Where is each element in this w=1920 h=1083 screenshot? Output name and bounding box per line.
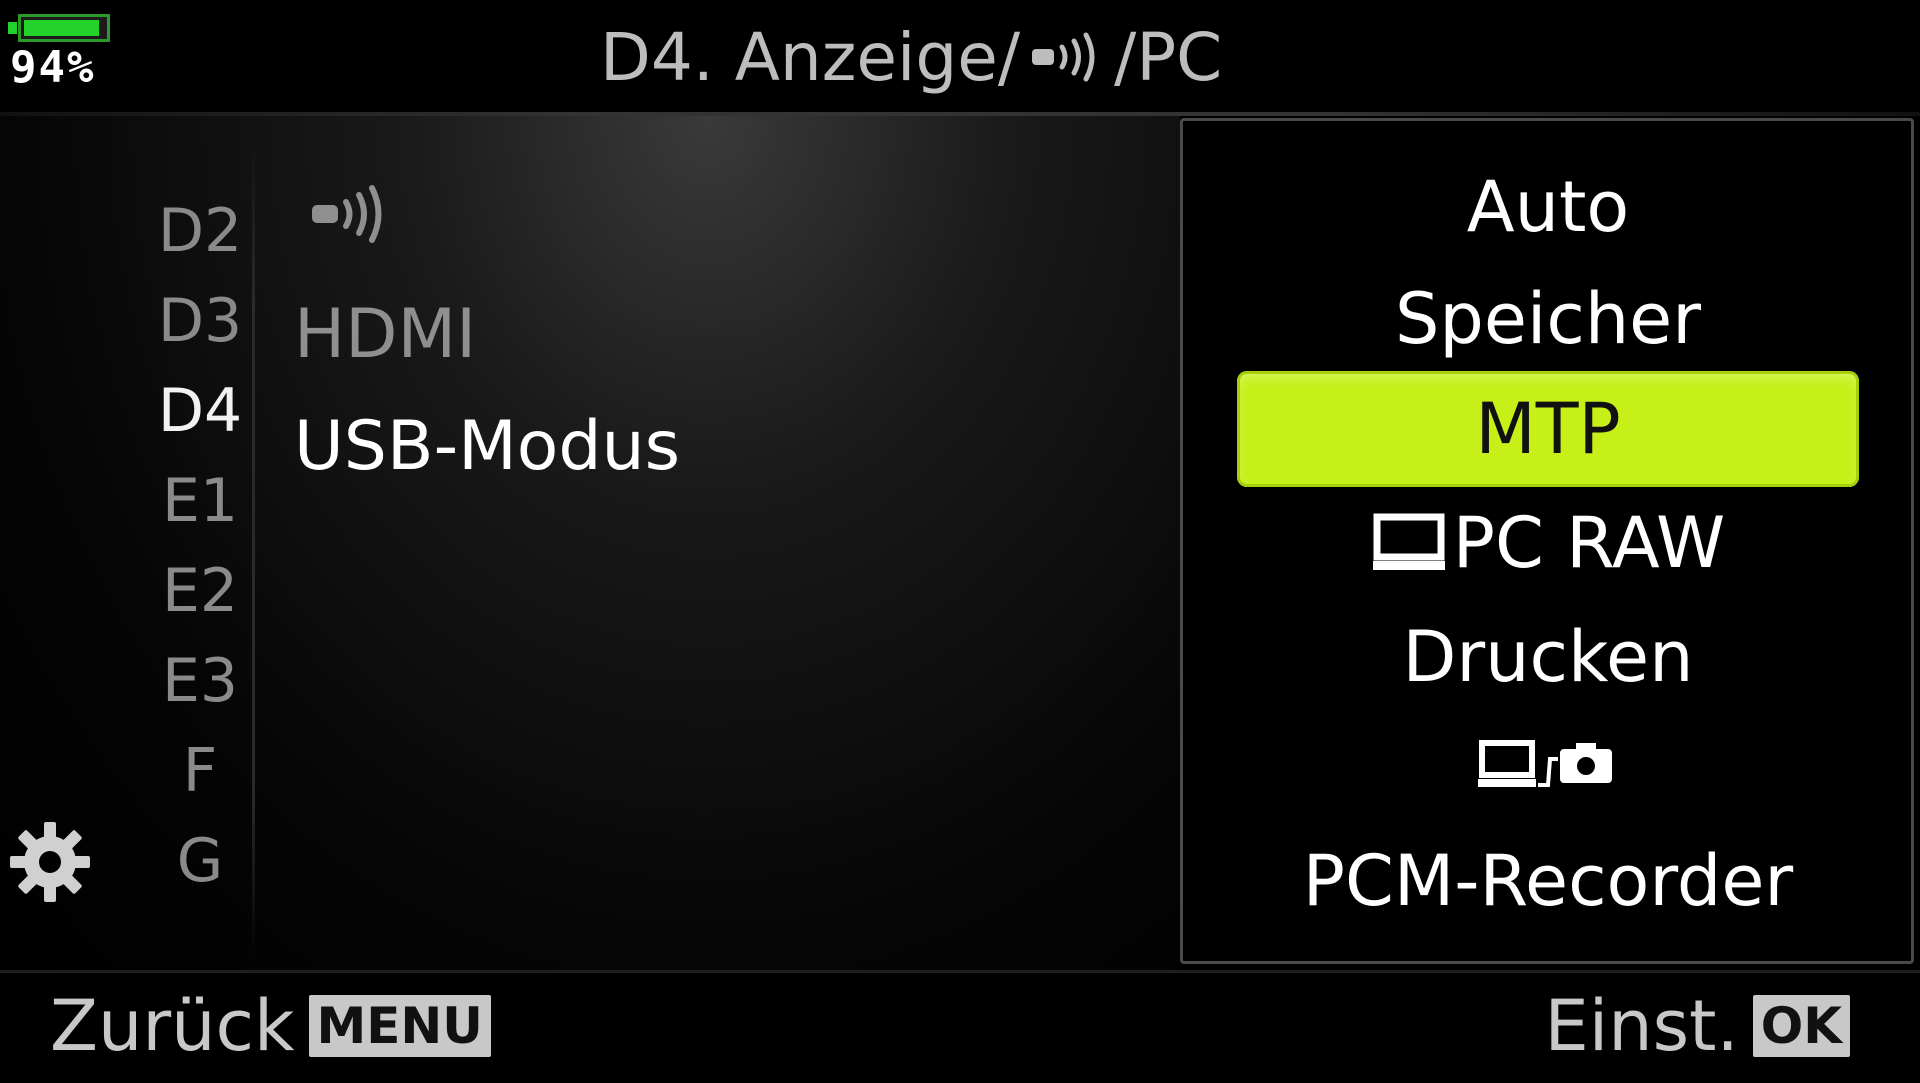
computer-icon [1371,513,1447,573]
category-list: D2 D3 D4 E1 E2 E3 F G [140,186,260,906]
computer-camera-tether-icon [1478,735,1618,799]
option-pc-raw-label: PC RAW [1452,502,1726,584]
category-e1[interactable]: E1 [140,456,260,546]
category-d4[interactable]: D4 [140,366,260,456]
back-control[interactable]: Zurück MENU [50,991,491,1061]
menu-items-list: HDMI USB-Modus [294,166,1154,502]
gear-icon [4,816,96,908]
set-label: Einst. [1544,985,1739,1067]
menu-key-badge: MENU [308,995,491,1057]
page-title-prefix: D4. Anzeige/ [600,18,1021,96]
menu-item-wireless[interactable] [294,166,1154,278]
option-pcm-recorder[interactable]: PCM-Recorder [1237,823,1859,939]
category-g[interactable]: G [140,816,260,906]
battery-percent: 94% [10,42,96,93]
page-title: D4. Anzeige/ /PC [600,14,1222,100]
category-d2[interactable]: D2 [140,186,260,276]
category-e3[interactable]: E3 [140,636,260,726]
option-speicher[interactable]: Speicher [1237,261,1859,377]
wireless-broadcast-icon [294,183,384,262]
page-title-suffix: /PC [1114,18,1223,96]
battery-indicator: 94% [8,12,118,102]
battery-icon [18,14,110,42]
category-e2[interactable]: E2 [140,546,260,636]
option-pc-raw[interactable]: PC RAW [1237,485,1859,601]
back-label: Zurück [50,985,295,1067]
option-mtp[interactable]: MTP [1237,371,1859,487]
option-tether[interactable] [1237,709,1859,825]
battery-tip [8,22,17,34]
category-f[interactable]: F [140,726,260,816]
ok-key-badge: OK [1752,995,1850,1057]
menu-area: D2 D3 D4 E1 E2 E3 F G HDMI USB-Modus [0,116,1180,970]
footer-bar: Zurück MENU Einst. OK [0,970,1920,1083]
option-auto[interactable]: Auto [1237,149,1859,265]
header-bar: 94% D4. Anzeige/ /PC [0,0,1920,112]
menu-item-usb-modus[interactable]: USB-Modus [294,390,1154,502]
category-d3[interactable]: D3 [140,276,260,366]
set-control[interactable]: Einst. OK [1545,991,1850,1061]
wireless-broadcast-icon [1030,32,1104,82]
usb-mode-options-panel: Auto Speicher MTP PC RAW Drucken PCM-Rec… [1180,118,1914,964]
column-divider [252,136,255,956]
menu-item-hdmi[interactable]: HDMI [294,278,1154,390]
option-drucken[interactable]: Drucken [1237,599,1859,715]
battery-level-fill [24,20,99,36]
